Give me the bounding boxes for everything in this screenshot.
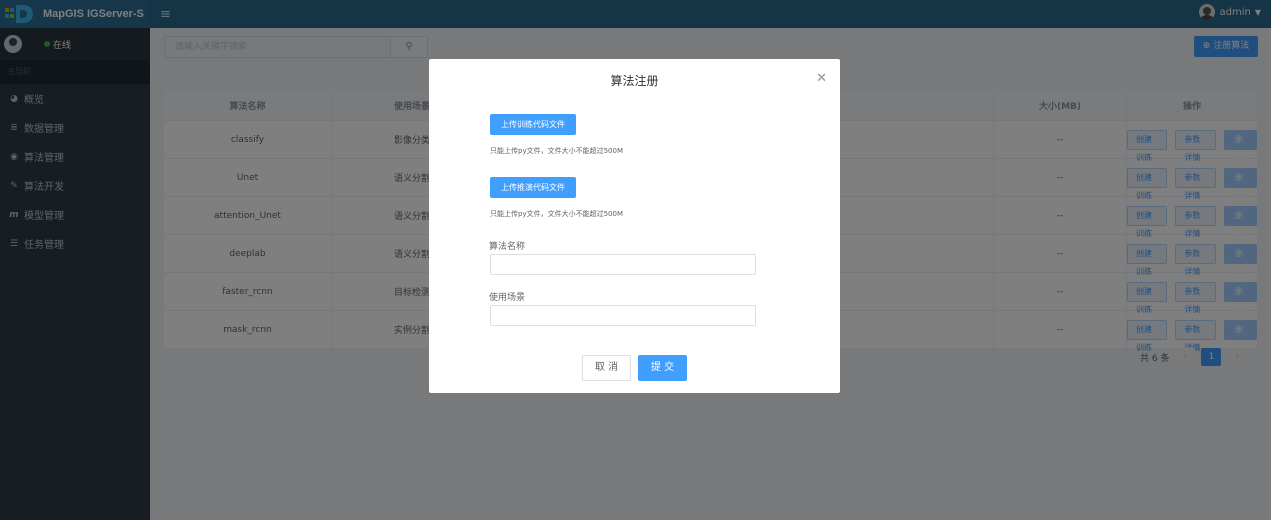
- upload-train-tip: 只能上传py文件，文件大小不能超过500M: [490, 147, 623, 155]
- algorithm-name-field[interactable]: [490, 254, 756, 275]
- upload-infer-tip: 只能上传py文件，文件大小不能超过500M: [490, 210, 623, 218]
- scene-field[interactable]: [490, 305, 756, 326]
- close-icon[interactable]: ✕: [816, 71, 827, 86]
- submit-button[interactable]: 提 交: [638, 355, 687, 381]
- cancel-button[interactable]: 取 消: [582, 355, 631, 381]
- upload-infer-code-button[interactable]: 上传推演代码文件: [490, 177, 576, 198]
- scene-label: 使用场景: [489, 293, 526, 303]
- upload-train-code-button[interactable]: 上传训练代码文件: [490, 114, 576, 135]
- algorithm-name-label: 算法名称: [489, 242, 526, 252]
- algorithm-register-dialog: 算法注册 ✕ 上传训练代码文件 只能上传py文件，文件大小不能超过500M 上传…: [429, 59, 840, 393]
- dialog-title: 算法注册: [610, 74, 659, 88]
